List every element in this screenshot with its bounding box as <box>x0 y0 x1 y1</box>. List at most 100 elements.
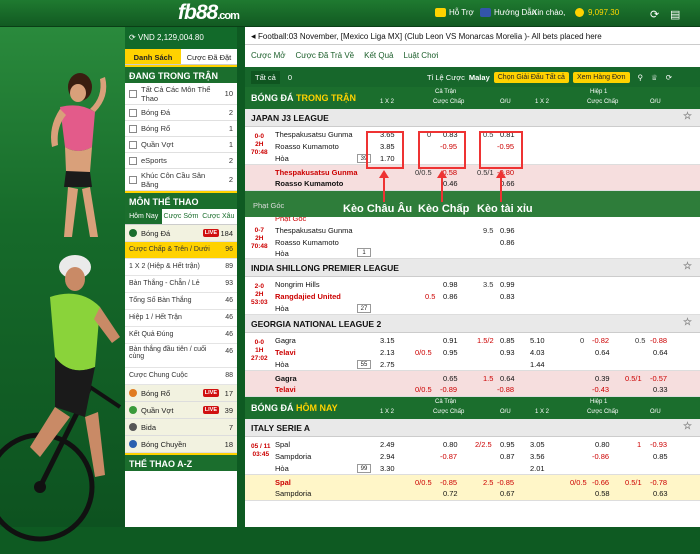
user-avatar[interactable] <box>575 8 584 17</box>
odds-cell[interactable]: 0.96 <box>500 226 515 235</box>
odds-cell[interactable]: 0.83 <box>500 292 515 301</box>
football-bet-type[interactable]: Cược Chung Cuộc 88 <box>125 368 237 385</box>
odds-cell[interactable]: 5.10 <box>530 336 545 345</box>
football-bet-type[interactable]: 1 X 2 (Hiệp & Hết trận) 89 <box>125 259 237 276</box>
live-sport-item[interactable]: eSports 2 <box>125 153 237 169</box>
tab-list[interactable]: Danh Sách <box>125 49 181 64</box>
favorite-star-icon[interactable]: ☆ <box>683 261 692 272</box>
league-japan-j3[interactable]: JAPAN J3 LEAGUE ☆ <box>245 109 700 127</box>
sidebar-item-sport[interactable]: Bóng Chuyền 18 <box>125 436 237 453</box>
checkbox[interactable] <box>129 108 137 117</box>
odds-cell[interactable]: 0.99 <box>500 280 515 289</box>
checkbox[interactable] <box>129 89 137 98</box>
odds-cell[interactable]: 2.01 <box>530 464 545 473</box>
sidebar-item-sport[interactable]: Bida 7 <box>125 419 237 436</box>
live-sport-item[interactable]: Bóng Đá 2 <box>125 105 237 121</box>
odds-cell[interactable]: 0.95 <box>500 440 515 449</box>
football-bet-type[interactable]: Hiệp 1 / Hết Trận 46 <box>125 310 237 327</box>
odds-cell[interactable]: 0.58 <box>595 489 610 498</box>
odds-cell[interactable]: 0.72 <box>443 489 458 498</box>
fb88-logo[interactable]: fb88.com <box>178 1 240 25</box>
odds-cell[interactable]: -0.82 <box>592 336 609 345</box>
checkbox[interactable] <box>129 124 137 133</box>
odds-cell[interactable]: 0.93 <box>500 348 515 357</box>
more-bets-button[interactable]: 27 <box>357 304 371 313</box>
odds-cell[interactable]: 0.33 <box>653 385 668 394</box>
odds-cell[interactable]: 0.39 <box>595 374 610 383</box>
sidebar-item-sport[interactable]: Bóng Rổ LIVE 17 <box>125 385 237 402</box>
guide-link[interactable]: Hướng Dẫn <box>480 8 536 17</box>
odds-cell[interactable]: 0.80 <box>443 440 458 449</box>
football-bet-type[interactable]: Bàn Thắng - Chẵn / Lẻ 93 <box>125 276 237 293</box>
odds-cell[interactable]: 3.30 <box>380 464 395 473</box>
menu-icon[interactable]: ▤ <box>670 8 680 21</box>
trophy-icon[interactable]: ♕ <box>651 73 658 82</box>
odds-cell[interactable]: -0.88 <box>497 385 514 394</box>
football-bet-type[interactable]: Bàn thắng đầu tiên / cuối cùng 46 <box>125 344 237 368</box>
main-tab[interactable]: Kết Quả <box>364 51 393 61</box>
more-bets-button[interactable]: 99 <box>357 464 371 473</box>
odds-cell[interactable]: -0.43 <box>592 385 609 394</box>
tab-placed-bets[interactable]: Cược Đã Đặt <box>181 49 237 64</box>
sports-tab[interactable]: Cược Sớm <box>162 209 199 224</box>
sidebar-item-football[interactable]: Bóng Đá LIVE 184 <box>125 225 237 242</box>
odds-cell[interactable]: -0.66 <box>592 478 609 487</box>
refresh-icon[interactable]: ⟳ <box>650 8 659 21</box>
favorite-star-icon[interactable]: ☆ <box>683 111 692 122</box>
odds-cell[interactable]: 0.85 <box>653 452 668 461</box>
live-sport-item[interactable]: Tất Cả Các Môn Thể Thao 10 <box>125 83 237 105</box>
odds-cell[interactable]: 2.75 <box>380 360 395 369</box>
sidebar-item-sport[interactable]: Quần Vợt LIVE 39 <box>125 402 237 419</box>
odds-cell[interactable]: -0.57 <box>650 374 667 383</box>
sports-tab[interactable]: Hôm Nay <box>125 209 163 224</box>
football-bet-type[interactable]: Tổng Số Bàn Thắng 46 <box>125 293 237 310</box>
odds-cell[interactable]: 0.86 <box>500 238 515 247</box>
checkbox[interactable] <box>129 156 137 165</box>
odds-cell[interactable]: 0.87 <box>500 452 515 461</box>
live-sport-item[interactable]: Quần Vợt 1 <box>125 137 237 153</box>
odds-cell[interactable]: 4.03 <box>530 348 545 357</box>
support-link[interactable]: Hỗ Trợ <box>435 8 474 17</box>
odds-cell[interactable]: 3.15 <box>380 336 395 345</box>
football-bet-type[interactable]: Kết Quả Đúng 46 <box>125 327 237 344</box>
main-tab[interactable]: Cược Mở <box>251 51 286 61</box>
filter-icon[interactable]: ⚲ <box>638 73 644 82</box>
favorite-star-icon[interactable]: ☆ <box>683 421 692 432</box>
checkbox[interactable] <box>129 140 137 149</box>
odds-cell[interactable]: 0.85 <box>500 336 515 345</box>
odds-cell[interactable]: -0.93 <box>650 440 667 449</box>
more-bets-button[interactable]: 1 <box>357 248 371 257</box>
odds-cell[interactable]: 0.98 <box>443 280 458 289</box>
odds-cell[interactable]: -0.87 <box>440 452 457 461</box>
odds-cell[interactable]: 0.67 <box>500 489 515 498</box>
odds-cell[interactable]: 0.65 <box>443 374 458 383</box>
odds-cell[interactable]: 3.05 <box>530 440 545 449</box>
favorite-star-icon[interactable]: ☆ <box>683 317 692 328</box>
live-sport-item[interactable]: Khúc Côn Cầu Sân Băng 2 <box>125 169 237 191</box>
refresh-odds-icon[interactable]: ⟳ <box>666 73 672 82</box>
odds-cell[interactable]: 0.63 <box>653 489 668 498</box>
odds-cell[interactable]: 0.64 <box>500 374 515 383</box>
odds-cell[interactable]: 0.66 <box>500 179 515 188</box>
odds-cell[interactable]: 0.86 <box>443 292 458 301</box>
odds-cell[interactable]: 1.44 <box>530 360 545 369</box>
league-india-shillong[interactable]: INDIA SHILLONG PREMIER LEAGUE ☆ <box>245 259 700 277</box>
sports-tab[interactable]: Cược Xâu <box>200 209 237 224</box>
live-sport-item[interactable]: Bóng Rổ 1 <box>125 121 237 137</box>
choose-league-button[interactable]: Chọn Giải Đấu Tất cả <box>493 71 569 83</box>
filter-all[interactable]: Tất cả <box>251 70 280 84</box>
odds-cell[interactable]: 0.80 <box>595 440 610 449</box>
league-georgia[interactable]: GEORGIA NATIONAL LEAGUE 2 ☆ <box>245 315 700 333</box>
odds-cell[interactable]: 0.91 <box>443 336 458 345</box>
football-bet-type[interactable]: Cược Chấp & Trên / Dưới 96 <box>125 242 237 259</box>
odds-cell[interactable]: -0.85 <box>497 478 514 487</box>
odds-cell[interactable]: -0.85 <box>440 478 457 487</box>
league-italy-serie-a[interactable]: ITALY SERIE A ☆ <box>245 419 700 437</box>
more-bets-button[interactable]: 55 <box>357 360 371 369</box>
odds-cell[interactable]: 2.13 <box>380 348 395 357</box>
checkbox[interactable] <box>129 175 137 184</box>
odds-cell[interactable]: 0.46 <box>443 179 458 188</box>
main-tab[interactable]: Luật Chơi <box>404 51 439 61</box>
main-tab[interactable]: Cược Đã Trả Về <box>296 51 355 61</box>
sort-button[interactable]: Xem Hàng Đơn <box>572 71 630 83</box>
